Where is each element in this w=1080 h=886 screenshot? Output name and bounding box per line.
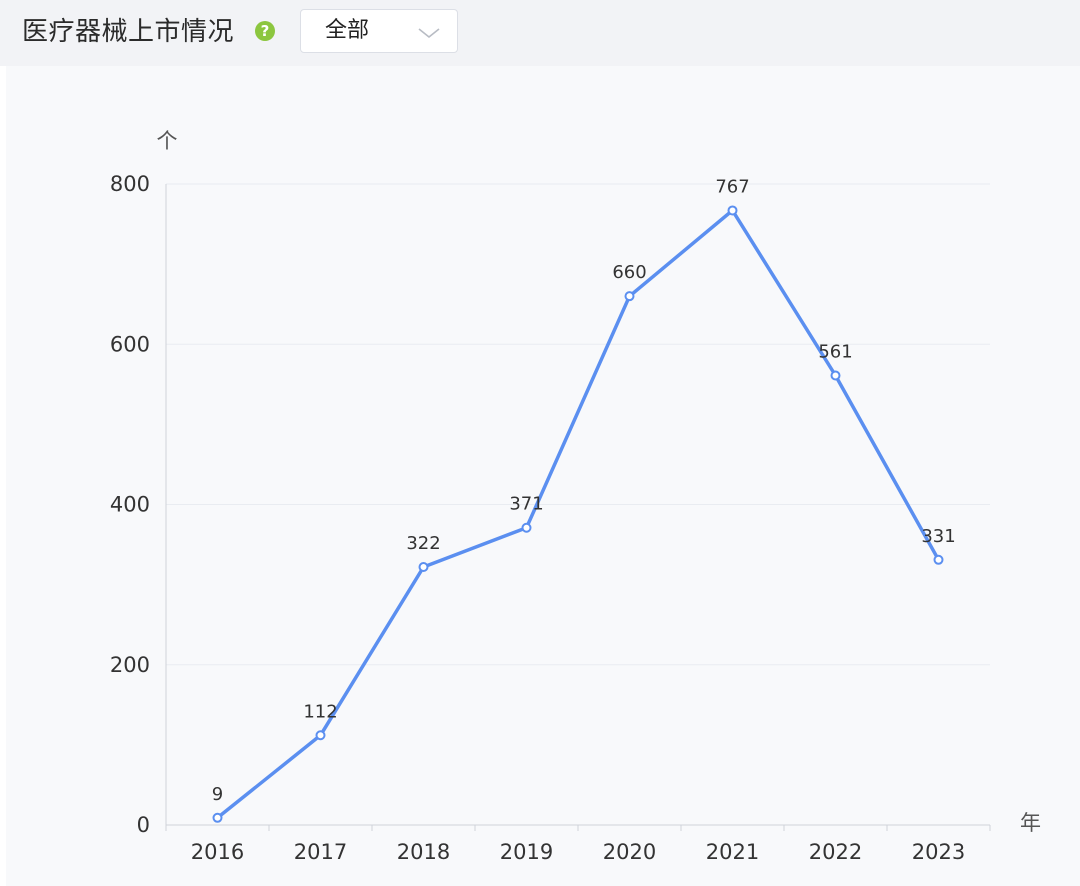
- data-point: [212, 812, 223, 823]
- line-chart: 个 年 0200400600800 2016 2017 2018 2019 2020 20…: [110, 129, 1041, 864]
- y-axis-unit: 个: [157, 129, 178, 153]
- gridlines: [166, 183, 990, 666]
- chart-area: 个 年 0 200 400 600 800 2016 2017 2018 2019 2020 20…: [6, 66, 1080, 886]
- data-label: 660: [612, 262, 646, 283]
- data-point: [521, 522, 532, 533]
- data-point: [315, 730, 326, 741]
- y-tick-label: 200: [110, 653, 150, 677]
- x-tick-label: 2019: [500, 840, 553, 864]
- x-tick-label: 2022: [809, 840, 862, 864]
- x-tick-label: 2021: [706, 840, 759, 864]
- y-tick-labels: 0 200 400 600 800: [110, 172, 150, 837]
- data-point: [727, 205, 738, 216]
- x-tick-label: 2023: [912, 840, 965, 864]
- data-label: 322: [406, 533, 440, 554]
- chevron-down-icon: [418, 28, 440, 39]
- data-label: 9: [212, 784, 223, 805]
- x-tick-label: 2018: [397, 840, 450, 864]
- data-label: 371: [509, 494, 543, 515]
- x-axis-unit: 年: [1020, 811, 1041, 835]
- category-filter-select[interactable]: 全部: [300, 9, 458, 53]
- y-tick-label: 800: [110, 172, 150, 196]
- axes: [165, 184, 991, 831]
- data-label: 767: [715, 176, 749, 197]
- x-tick-label: 2016: [191, 840, 244, 864]
- data-labels: 9 112 322 371 660 767 561 331: [212, 176, 956, 804]
- y-tick-label: 600: [110, 332, 150, 356]
- data-point: [933, 554, 944, 565]
- question-circle-icon[interactable]: ?: [254, 20, 276, 42]
- y-tick-label: 0: [137, 813, 150, 837]
- y-tick-label: 400: [110, 493, 150, 517]
- series-line: [215, 208, 941, 820]
- data-point: [418, 561, 429, 572]
- data-label: 112: [303, 701, 337, 722]
- data-label: 561: [818, 341, 852, 362]
- chart-header: 医疗器械上市情况 ? 全部: [0, 0, 1080, 66]
- chart-title: 医疗器械上市情况: [22, 17, 235, 47]
- data-point: [624, 291, 635, 302]
- category-filter-value: 全部: [325, 18, 370, 43]
- svg-text:?: ?: [261, 22, 270, 40]
- data-label: 331: [921, 526, 955, 547]
- x-tick-labels: 2016 2017 2018 2019 2020 2021 2022 2023: [191, 840, 965, 864]
- data-point: [830, 370, 841, 381]
- x-tick-label: 2020: [603, 840, 656, 864]
- x-tick-label: 2017: [294, 840, 347, 864]
